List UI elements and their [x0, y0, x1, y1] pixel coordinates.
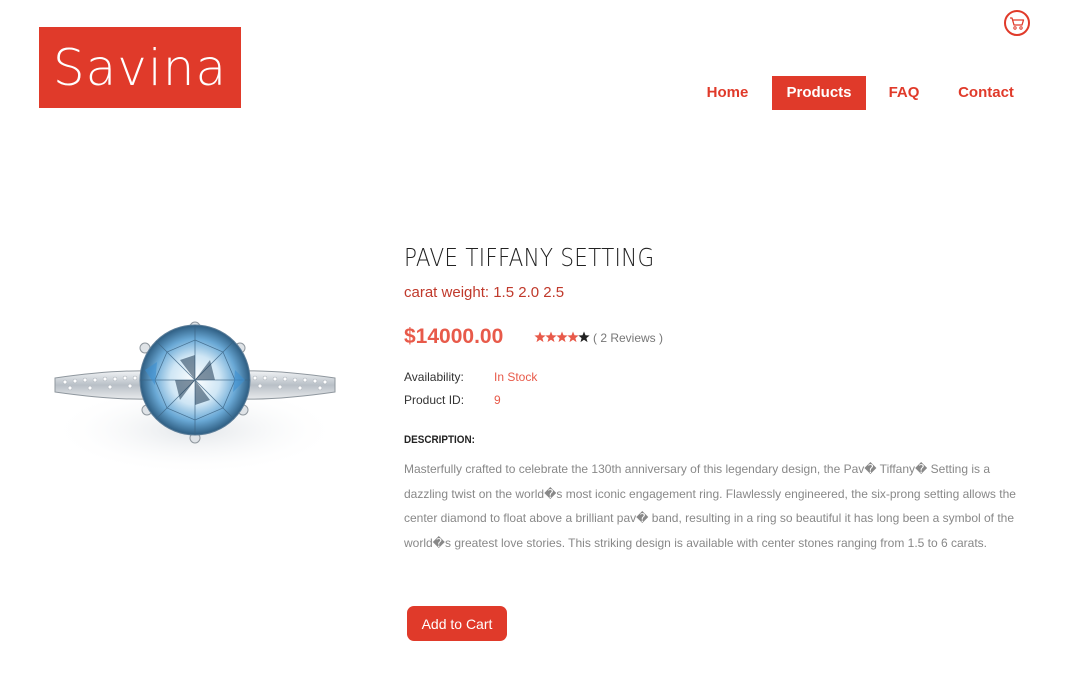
- star-icon: [567, 331, 579, 343]
- nav-products[interactable]: Products: [772, 76, 866, 110]
- shopping-cart-icon[interactable]: [1004, 10, 1030, 36]
- add-to-cart-button[interactable]: Add to Cart: [407, 606, 507, 641]
- nav-home[interactable]: Home: [690, 76, 765, 110]
- logo-text: Savina: [52, 38, 228, 97]
- review-count-link[interactable]: ( 2 Reviews ): [593, 331, 663, 345]
- product-price: $14000.00: [404, 325, 504, 348]
- diamond-ring-image: [50, 321, 340, 475]
- nav-contact[interactable]: Contact: [946, 76, 1026, 110]
- carat-weight: carat weight: 1.5 2.0 2.5: [404, 284, 565, 301]
- product-description: Masterfully crafted to celebrate the 130…: [404, 462, 1016, 550]
- star-icon: [534, 331, 546, 343]
- product-id-label: Product ID:: [404, 393, 465, 407]
- availability-value: In Stock: [494, 370, 538, 384]
- star-icon: [545, 331, 557, 343]
- availability-label: Availability:: [404, 370, 464, 384]
- product-title: PAVE TIFFANY SETTING: [404, 243, 655, 272]
- product-id-value: 9: [494, 393, 501, 407]
- star-icon: [556, 331, 568, 343]
- nav-faq[interactable]: FAQ: [876, 76, 932, 110]
- savina-logo[interactable]: Savina: [39, 27, 241, 108]
- product-page: Savina Home Products FAQ Contact PAVE TI…: [0, 0, 1080, 675]
- description-heading: DESCRIPTION:: [404, 434, 475, 446]
- rating-stars[interactable]: [534, 331, 590, 343]
- star-half-icon: [578, 331, 590, 343]
